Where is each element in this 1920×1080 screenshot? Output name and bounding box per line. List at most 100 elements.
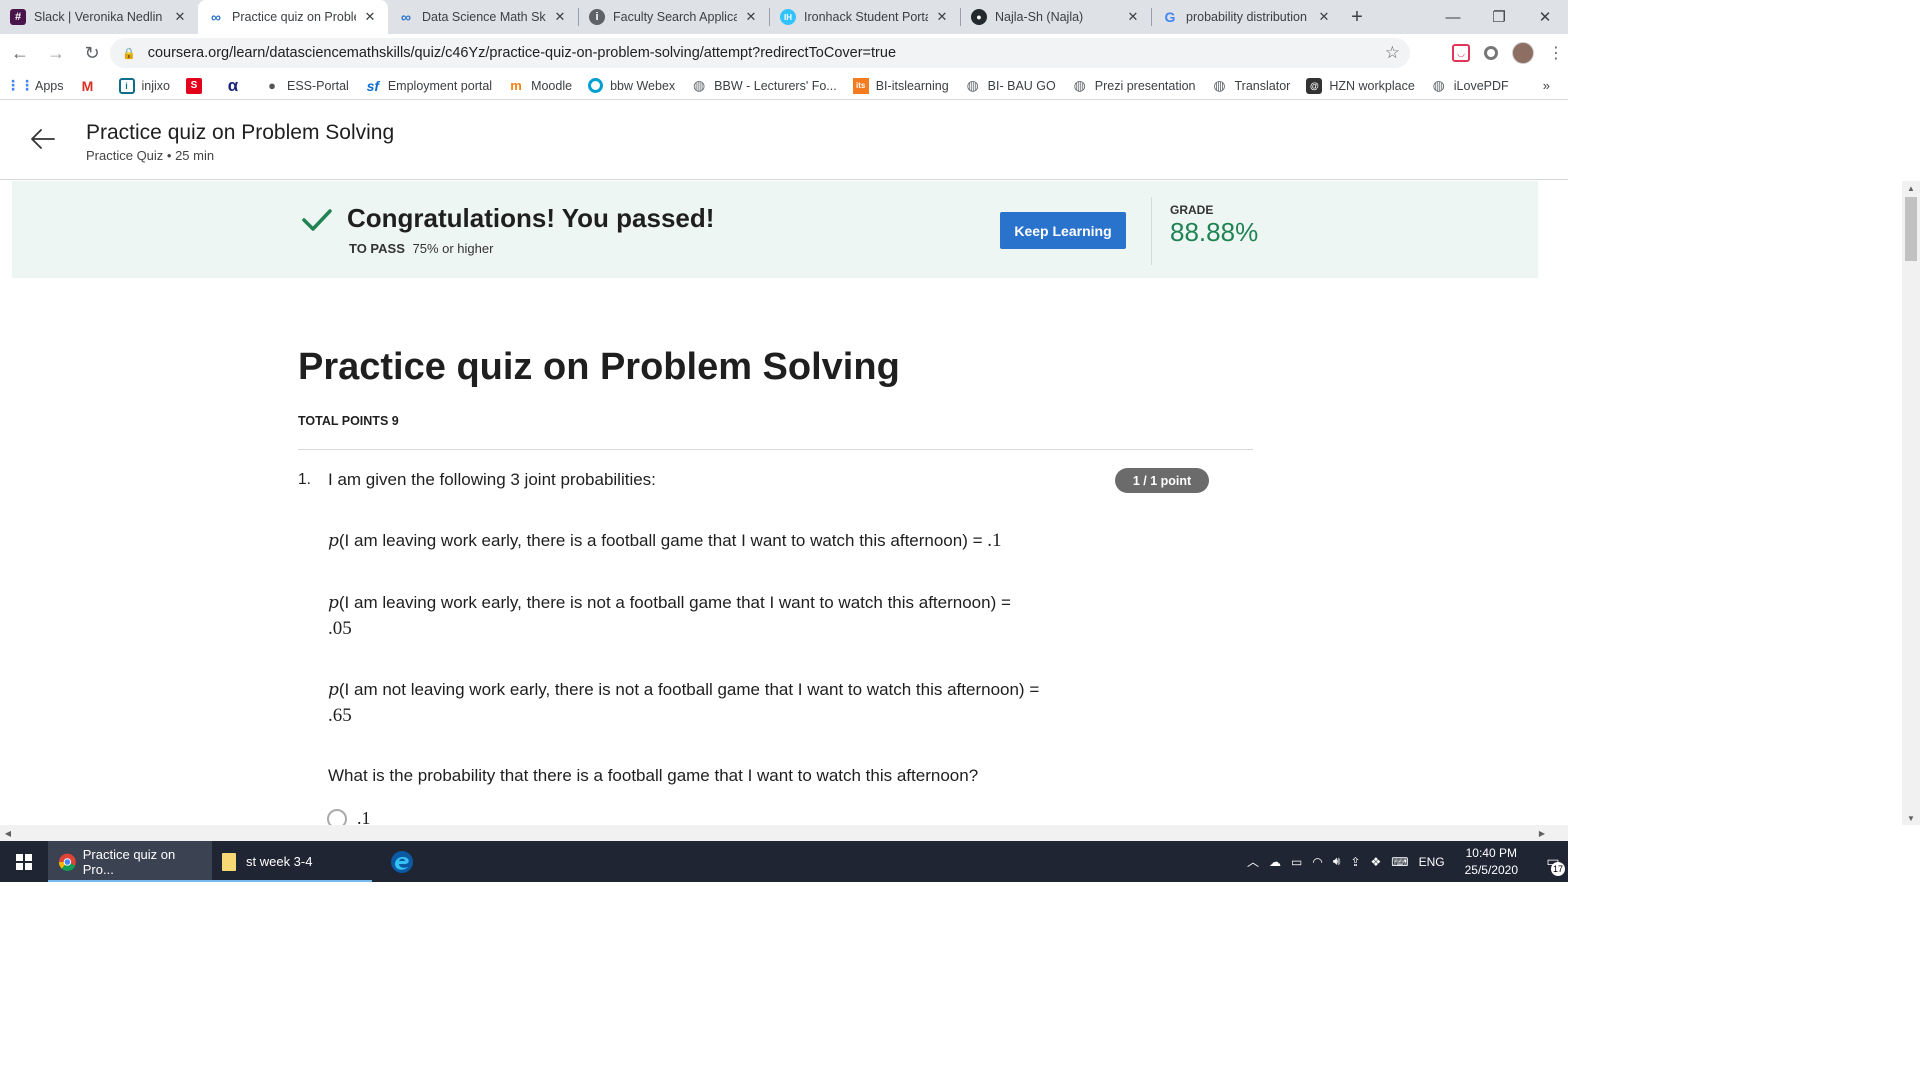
probability-text: (I am leaving work early, there is a foo… bbox=[338, 531, 988, 550]
minimize-icon[interactable]: — bbox=[1430, 0, 1476, 34]
tab-google[interactable]: G probability distribution ✕ bbox=[1152, 0, 1342, 34]
tab-github[interactable]: ● Najla-Sh (Najla) ✕ bbox=[961, 0, 1151, 34]
tab-title: Practice quiz on Proble bbox=[232, 10, 356, 24]
scrollbar-thumb[interactable] bbox=[1905, 197, 1917, 261]
close-icon[interactable]: ✕ bbox=[1125, 9, 1141, 25]
p-symbol: p bbox=[328, 531, 339, 551]
bookmark-moodle[interactable]: m Moodle bbox=[508, 78, 572, 94]
volume-icon[interactable]: 🔊︎ bbox=[1333, 854, 1341, 869]
bookmark-ilovepdf[interactable]: ◍ iLovePDF bbox=[1431, 77, 1509, 94]
taskbar-app-explorer[interactable]: st week 3-4 bbox=[212, 841, 372, 882]
onedrive-icon[interactable]: ☁ bbox=[1269, 855, 1281, 869]
bookmark-gmail[interactable]: M bbox=[80, 78, 103, 94]
probability-statement-1: p(I am leaving work early, there is a fo… bbox=[328, 528, 1048, 554]
globe-icon: ◍ bbox=[966, 77, 979, 93]
close-icon[interactable]: ✕ bbox=[362, 9, 378, 25]
taskbar-app-edge[interactable] bbox=[372, 841, 432, 882]
checkmark-icon bbox=[302, 209, 332, 231]
system-tray: ︿ ☁ ▭ ◠ 🔊︎ ⇪ ❖ ⌨ ENG 10:40 PM 25/5/2020 … bbox=[1247, 841, 1568, 882]
apps-grid-icon: ⋮⋮ bbox=[6, 77, 34, 93]
new-tab-button[interactable]: + bbox=[1342, 0, 1372, 34]
battery-icon[interactable]: ▭ bbox=[1291, 855, 1302, 869]
probability-text: (I am leaving work early, there is not a… bbox=[338, 593, 1011, 612]
bookmark-bau-go[interactable]: ◍ BI- BAU GO bbox=[965, 77, 1056, 94]
ironhack-icon: IH bbox=[780, 9, 796, 25]
windows-start-icon[interactable] bbox=[0, 841, 48, 882]
dropbox-icon[interactable]: ❖ bbox=[1371, 855, 1382, 869]
bookmark-hzn[interactable]: @ HZN workplace bbox=[1306, 77, 1415, 94]
tab-practice-quiz[interactable]: ∞ Practice quiz on Proble ✕ bbox=[198, 0, 388, 34]
bookmark-sparkasse[interactable]: S bbox=[186, 77, 209, 94]
bookmark-label: ESS-Portal bbox=[287, 78, 349, 93]
keyboard-icon[interactable]: ⌨ bbox=[1391, 855, 1408, 869]
bookmark-employment-portal[interactable]: sf Employment portal bbox=[365, 78, 492, 94]
total-points: TOTAL POINTS 9 bbox=[298, 414, 399, 428]
tab-title: Faculty Search Applicat bbox=[613, 10, 737, 24]
bookmarks-overflow-icon[interactable]: » bbox=[1543, 78, 1550, 93]
bookmark-alpha[interactable]: α bbox=[225, 76, 248, 95]
question-number: 1. bbox=[298, 471, 311, 488]
pass-threshold: TO PASS 75% or higher bbox=[349, 241, 493, 256]
answer-option[interactable]: .1 bbox=[327, 808, 371, 825]
menu-icon[interactable]: ⋮ bbox=[1548, 43, 1564, 63]
vertical-scrollbar[interactable]: ▲ ▼ bbox=[1902, 181, 1920, 825]
grade-label: GRADE bbox=[1170, 203, 1214, 217]
scroll-right-icon[interactable]: ▶ bbox=[1534, 825, 1550, 841]
bookmarks-bar: ⋮⋮ Apps M i injixo S α ● ESS-Portal sf Emplo… bbox=[0, 72, 1568, 100]
coursera-icon: ∞ bbox=[401, 9, 411, 25]
close-icon[interactable]: ✕ bbox=[552, 9, 568, 25]
tab-data-science[interactable]: ∞ Data Science Math Skil ✕ bbox=[388, 0, 578, 34]
bookmark-prezi[interactable]: ◍ Prezi presentation bbox=[1072, 77, 1196, 94]
back-icon[interactable]: ← bbox=[4, 37, 36, 69]
pocket-icon[interactable]: ◡ bbox=[1452, 44, 1470, 62]
extension-icon[interactable] bbox=[1484, 46, 1498, 60]
bookmark-bbw-lecturers[interactable]: ◍ BBW - Lecturers' Fo... bbox=[691, 77, 837, 94]
bookmark-label: Employment portal bbox=[387, 78, 493, 93]
bookmark-injixo[interactable]: i injixo bbox=[118, 77, 170, 94]
bookmark-apps[interactable]: ⋮⋮ Apps bbox=[6, 77, 64, 94]
bookmark-itslearning[interactable]: its BI-itslearning bbox=[852, 77, 949, 94]
apple-icon: ● bbox=[268, 78, 276, 93]
url-text: coursera.org/learn/datasciencemathskills… bbox=[147, 45, 897, 61]
chevron-up-icon[interactable]: ︿ bbox=[1247, 853, 1259, 870]
language-indicator[interactable]: ENG bbox=[1419, 855, 1445, 869]
avatar[interactable] bbox=[1512, 42, 1534, 64]
scroll-down-icon[interactable]: ▼ bbox=[1902, 811, 1920, 825]
scroll-left-icon[interactable]: ◀ bbox=[0, 825, 16, 841]
reload-icon[interactable]: ↻ bbox=[76, 37, 108, 69]
tab-title: probability distribution bbox=[1186, 10, 1307, 24]
bookmark-ess-portal[interactable]: ● ESS-Portal bbox=[264, 78, 349, 94]
windows-logo-icon bbox=[16, 853, 32, 870]
to-pass-label: TO PASS bbox=[349, 241, 405, 256]
wifi-icon[interactable]: ◠ bbox=[1312, 855, 1322, 869]
page-subtitle: Practice Quiz • 25 min bbox=[86, 148, 215, 163]
bookmark-star-icon[interactable]: ☆ bbox=[1385, 43, 1400, 63]
close-icon[interactable]: ✕ bbox=[172, 9, 188, 25]
bookmark-translator[interactable]: ◍ Translator bbox=[1212, 77, 1290, 94]
notification-center-icon[interactable]: ▭ 17 bbox=[1538, 841, 1568, 882]
forward-icon[interactable]: → bbox=[40, 37, 72, 69]
back-arrow-icon[interactable] bbox=[28, 124, 58, 154]
bookmark-label: bbw Webex bbox=[610, 78, 676, 93]
bookmark-label: HZN workplace bbox=[1329, 78, 1415, 93]
address-bar[interactable]: 🔒 coursera.org/learn/datasciencemathskil… bbox=[110, 38, 1410, 68]
radio-button[interactable] bbox=[327, 808, 347, 825]
keep-learning-button[interactable]: Keep Learning bbox=[1000, 212, 1126, 249]
close-icon[interactable]: ✕ bbox=[934, 9, 950, 25]
tab-faculty-search[interactable]: i Faculty Search Applicat ✕ bbox=[579, 0, 769, 34]
browser-tab-strip: # Slack | Veronika Nedlin ✕ ∞ Practice q… bbox=[0, 0, 1568, 34]
p-symbol: p bbox=[328, 680, 339, 700]
cloud-upload-icon[interactable]: ⇪ bbox=[1350, 855, 1360, 869]
horizontal-scrollbar[interactable]: ◀ ▶ bbox=[0, 825, 1568, 841]
scroll-up-icon[interactable]: ▲ bbox=[1902, 181, 1920, 195]
tab-slack[interactable]: # Slack | Veronika Nedlin ✕ bbox=[0, 0, 198, 34]
bookmark-label: Prezi presentation bbox=[1094, 78, 1196, 93]
clock[interactable]: 10:40 PM 25/5/2020 bbox=[1465, 845, 1518, 879]
close-window-icon[interactable]: ✕ bbox=[1522, 0, 1568, 34]
taskbar-app-chrome[interactable]: Practice quiz on Pro... bbox=[48, 841, 212, 882]
close-icon[interactable]: ✕ bbox=[743, 9, 759, 25]
close-icon[interactable]: ✕ bbox=[1316, 9, 1332, 25]
tab-ironhack[interactable]: IH Ironhack Student Porta ✕ bbox=[770, 0, 960, 34]
bookmark-webex[interactable]: bbw Webex bbox=[588, 78, 675, 93]
restore-icon[interactable]: ❐ bbox=[1476, 0, 1522, 34]
